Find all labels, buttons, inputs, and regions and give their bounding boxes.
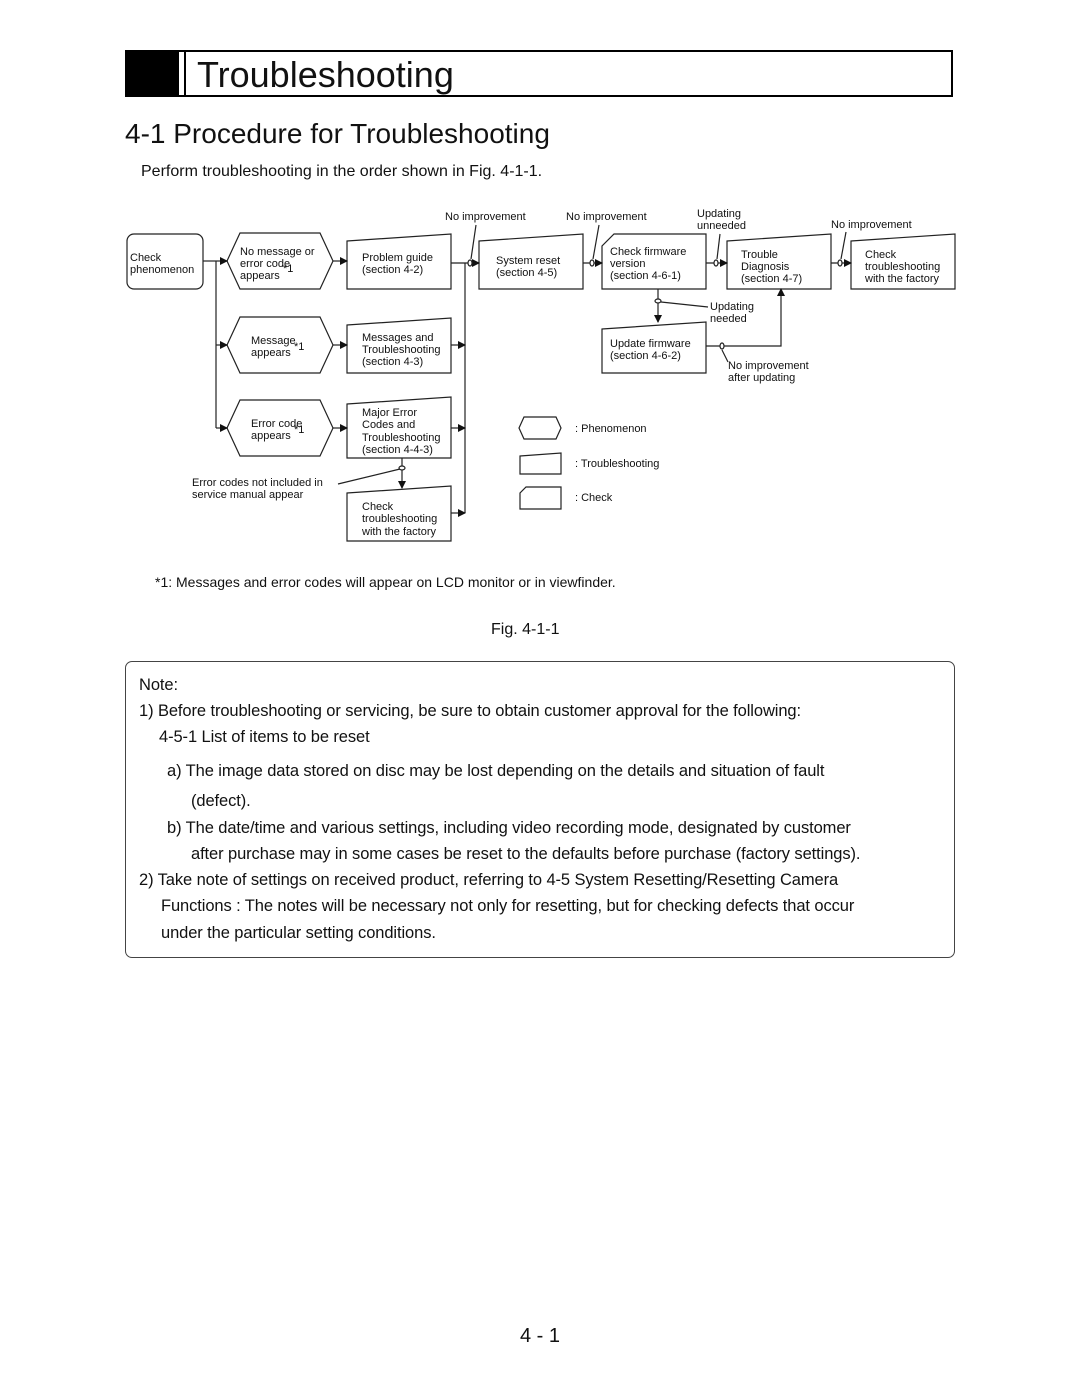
legend-check-shape — [519, 486, 562, 510]
page-number: 4 - 1 — [520, 1325, 561, 1347]
legend-label-troubleshooting: : Troubleshooting — [575, 458, 659, 470]
note-line-2: 4-5-1 List of items to be reset — [159, 728, 370, 746]
superscript-1-error: *1 — [294, 424, 304, 436]
label-system-reset: System reset (section 4-5) — [496, 255, 563, 279]
edge-label-no-improvement-2: No improvement — [566, 211, 647, 223]
note-line-8: Functions : The notes will be necessary … — [161, 897, 855, 915]
edge-label-no-improvement-1: No improvement — [445, 211, 526, 223]
note-line-9: under the particular setting conditions. — [161, 924, 436, 942]
edge-label-updating-needed: Updating needed — [710, 301, 757, 325]
legend-label-phenomenon: : Phenomenon — [575, 423, 647, 435]
edge-label-updating-unneeded: Updating unneeded — [697, 208, 746, 232]
legend-label-check: : Check — [575, 492, 613, 504]
note-line-5: b) The date/time and various settings, i… — [167, 819, 851, 837]
legend — [518, 416, 562, 510]
figure-caption: Fig. 4-1-1 — [491, 621, 560, 638]
legend-troubleshooting-shape — [519, 452, 562, 475]
legend-phenomenon-shape — [518, 416, 562, 440]
edge-label-error-codes-not-included: Error codes not included in service manu… — [192, 477, 326, 501]
superscript-1-no-message: *1 — [283, 263, 293, 275]
note-line-3: a) The image data stored on disc may be … — [167, 762, 825, 780]
edge-label-no-improvement-after-updating: No improvement after updating — [728, 360, 812, 384]
note-title: Note: — [139, 676, 178, 694]
note-line-4: (defect). — [191, 792, 251, 810]
edge-label-no-improvement-3: No improvement — [831, 219, 912, 231]
note-line-7: 2) Take note of settings on received pro… — [139, 871, 839, 889]
note-line-6: after purchase may in some cases be rese… — [191, 845, 861, 863]
troubleshooting-flowchart: Check phenomenon No message or error cod… — [126, 208, 956, 542]
footnote: *1: Messages and error codes will appear… — [155, 574, 616, 590]
note-line-1: 1) Before troubleshooting or servicing, … — [139, 702, 801, 720]
superscript-1-message: *1 — [294, 341, 304, 353]
